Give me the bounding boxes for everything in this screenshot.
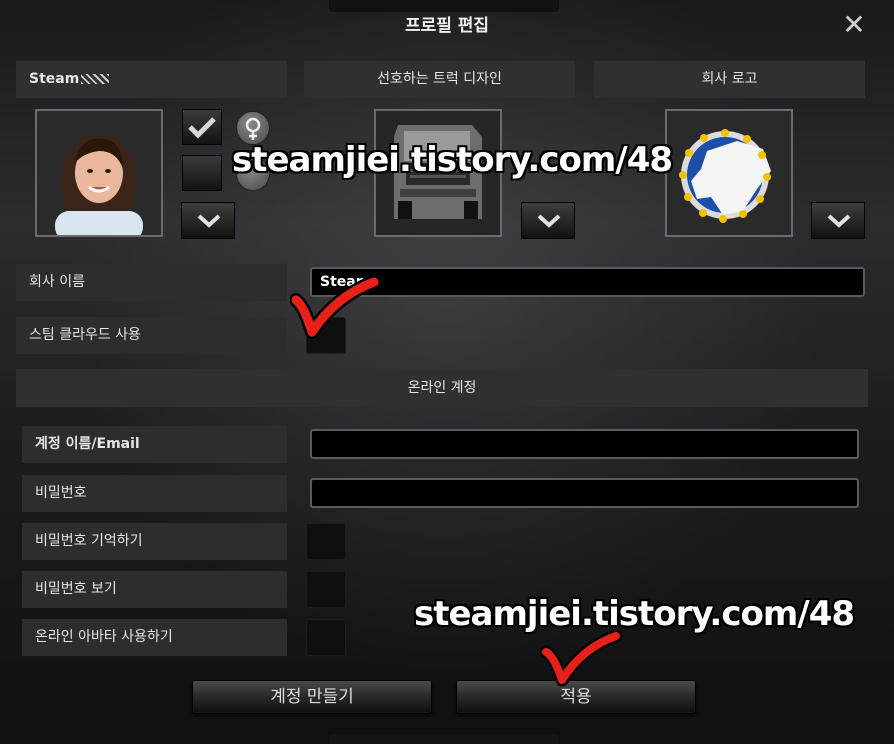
red-checkmark-icon — [290, 276, 380, 339]
player-name-header: Steam — [16, 61, 287, 98]
bottom-edge-bar — [329, 734, 559, 744]
company-logo-image[interactable] — [665, 109, 793, 237]
redacted-scribble — [81, 74, 110, 84]
show-password-label: 비밀번호 보기 — [22, 571, 287, 608]
close-icon[interactable]: ✕ — [836, 8, 872, 42]
online-account-header: 온라인 계정 — [16, 369, 868, 407]
account-name-field[interactable] — [310, 429, 859, 459]
avatar-dropdown-button[interactable] — [181, 202, 235, 239]
account-name-label: 계정 이름/Email — [22, 426, 287, 463]
chevron-down-icon — [197, 214, 221, 228]
truck-design-header: 선호하는 트럭 디자인 — [304, 61, 575, 98]
player-name: Steam — [29, 71, 80, 87]
watermark-text-bottom: steamjiei.tistory.com/48 — [414, 594, 855, 634]
create-account-button[interactable]: 계정 만들기 — [192, 680, 432, 714]
female-checkbox[interactable] — [182, 155, 222, 191]
remember-password-label: 비밀번호 기억하기 — [22, 523, 287, 560]
watermark-text-top: steamjiei.tistory.com/48 — [232, 140, 673, 180]
steam-cloud-label: 스팀 클라우드 사용 — [16, 317, 287, 354]
online-avatar-checkbox[interactable] — [306, 619, 346, 656]
online-avatar-label: 온라인 아바타 사용하기 — [22, 619, 287, 656]
logo-dropdown-button[interactable] — [811, 202, 865, 239]
avatar-image[interactable] — [35, 109, 163, 237]
chevron-down-icon — [827, 214, 851, 228]
company-name-field[interactable]: Steam — [310, 267, 865, 297]
window-title: 프로필 편집 — [404, 16, 490, 36]
top-edge-bar — [329, 0, 559, 12]
password-field[interactable] — [310, 478, 859, 508]
company-logo-header: 회사 로고 — [594, 61, 865, 98]
male-checkbox[interactable] — [182, 109, 222, 145]
remember-password-checkbox[interactable] — [306, 523, 346, 560]
chevron-down-icon — [537, 214, 561, 228]
show-password-checkbox[interactable] — [306, 571, 346, 608]
red-checkmark-icon — [540, 630, 622, 687]
company-name-label: 회사 이름 — [16, 264, 287, 301]
truck-dropdown-button[interactable] — [521, 202, 575, 239]
password-label: 비밀번호 — [22, 475, 287, 512]
